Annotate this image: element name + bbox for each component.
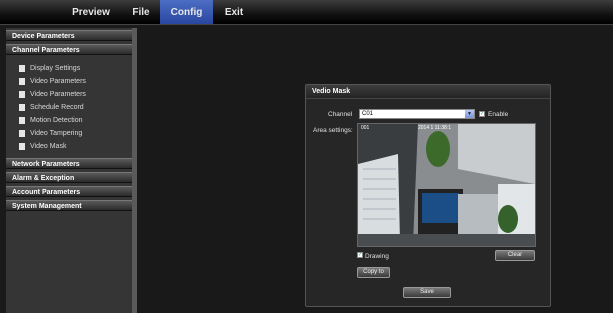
page-icon: [19, 103, 25, 111]
menu-exit[interactable]: Exit: [213, 0, 255, 24]
page-icon: [19, 77, 25, 85]
nav-video-parameters-2[interactable]: Video Parameters: [19, 88, 86, 100]
nav-item-label: Schedule Record: [30, 103, 84, 111]
nav-schedule-record[interactable]: Schedule Record: [19, 101, 84, 113]
menu-file[interactable]: File: [122, 0, 160, 24]
menu-preview[interactable]: Preview: [60, 0, 122, 24]
channel-value: C01: [362, 111, 374, 117]
nav-video-tampering[interactable]: Video Tampering: [19, 127, 82, 139]
nav-display-settings[interactable]: Display Settings: [19, 62, 80, 74]
video-timestamp-overlay: 2014 1 11:38:1: [418, 125, 451, 131]
video-channel-overlay: 001: [361, 125, 370, 131]
menu-config[interactable]: Config: [160, 0, 213, 24]
save-button[interactable]: Save: [403, 287, 451, 298]
nav-system-management[interactable]: System Management: [6, 200, 132, 211]
drawing-label: Drawing: [365, 253, 389, 260]
nav-video-mask[interactable]: Video Mask: [19, 140, 66, 152]
left-navigation: Device Parameters Channel Parameters Dis…: [6, 28, 132, 313]
clear-button[interactable]: Clear: [495, 250, 535, 261]
nav-account-parameters[interactable]: Account Parameters: [6, 186, 132, 197]
nav-channel-parameters[interactable]: Channel Parameters: [6, 44, 132, 55]
nav-device-parameters[interactable]: Device Parameters: [6, 30, 132, 41]
channel-select[interactable]: C01 ▼: [359, 109, 475, 119]
area-settings-label: Area settings:: [313, 127, 353, 134]
nav-item-label: Motion Detection: [30, 116, 83, 124]
page-icon: [19, 116, 25, 124]
chevron-down-icon: ▼: [465, 110, 474, 118]
nav-item-label: Video Parameters: [30, 90, 86, 98]
panel-title: Vedio Mask: [306, 85, 550, 99]
page-icon: [19, 129, 25, 137]
nav-alarm-exception[interactable]: Alarm & Exception: [6, 172, 132, 183]
nav-item-label: Video Mask: [30, 142, 67, 150]
drawing-checkbox[interactable]: ✓: [357, 252, 363, 258]
nav-item-label: Display Settings: [30, 64, 81, 72]
top-menu-bar: Preview File Config Exit: [0, 0, 613, 25]
enable-label: Enable: [488, 111, 509, 118]
video-preview[interactable]: 001 2014 1 11:38:1: [357, 123, 536, 247]
nav-video-parameters[interactable]: Video Parameters: [19, 75, 86, 87]
enable-checkbox[interactable]: ✓: [479, 111, 485, 117]
copy-to-button[interactable]: Copy to: [357, 267, 390, 278]
channel-label: Channel: [328, 111, 353, 118]
nav-item-label: Video Parameters: [30, 77, 86, 85]
page-icon: [19, 90, 25, 98]
page-icon: [19, 142, 25, 150]
camera-scene-image: [358, 124, 535, 246]
video-mask-panel: Vedio Mask Channel C01 ▼ ✓ Enable Area s…: [305, 84, 551, 307]
nav-network-parameters[interactable]: Network Parameters: [6, 158, 132, 169]
nav-item-label: Video Tampering: [30, 129, 83, 137]
page-icon: [19, 64, 25, 72]
nav-motion-detection[interactable]: Motion Detection: [19, 114, 83, 126]
